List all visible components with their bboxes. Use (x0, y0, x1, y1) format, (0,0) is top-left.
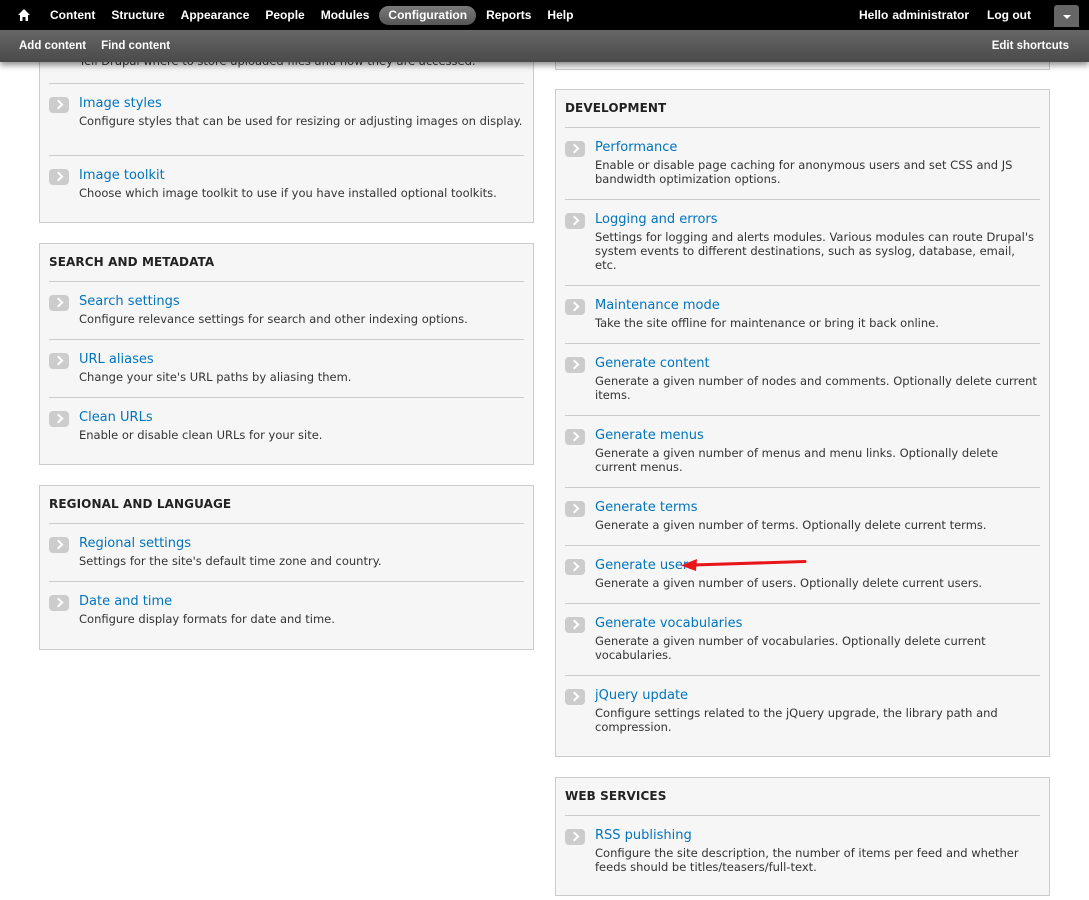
item-description: Generate a given number of vocabularies.… (595, 634, 986, 662)
generate-menus-link[interactable]: Generate menus (595, 428, 704, 443)
chevron-right-icon (49, 411, 69, 427)
search-metadata-panel: SEARCH AND METADATA Search settings Conf… (39, 243, 534, 465)
home-icon[interactable] (17, 8, 31, 22)
shortcut-find-content[interactable]: Find content (101, 30, 170, 62)
item-description: Generate a given number of users. Option… (595, 576, 983, 590)
chevron-right-icon (565, 559, 585, 575)
generate-terms-link[interactable]: Generate terms (595, 500, 698, 515)
divider (49, 83, 524, 84)
menu-help[interactable]: Help (539, 0, 581, 30)
image-styles-link[interactable]: Image styles (79, 96, 162, 111)
panel-heading: REGIONAL AND LANGUAGE (49, 497, 232, 511)
menu-appearance[interactable]: Appearance (173, 0, 258, 30)
chevron-right-icon (49, 97, 69, 113)
item-description: Generate a given number of terms. Option… (595, 518, 987, 532)
web-services-panel: WEB SERVICES RSS publishing Configure th… (555, 777, 1050, 896)
chevron-right-icon (565, 689, 585, 705)
item-description: Configure the site description, the numb… (595, 846, 1019, 874)
shortcuts-bar: Add content Find content Edit shortcuts (0, 30, 1089, 62)
logout-link[interactable]: Log out (987, 0, 1031, 30)
toolbar-menu: Content Structure Appearance People Modu… (42, 0, 581, 30)
item-description: Configure display formats for date and t… (79, 612, 335, 626)
divider (49, 281, 524, 282)
divider (565, 603, 1040, 604)
chevron-right-icon (565, 429, 585, 445)
rss-publishing-link[interactable]: RSS publishing (595, 828, 692, 843)
chevron-right-icon (49, 353, 69, 369)
admin-toolbar: Content Structure Appearance People Modu… (0, 0, 1089, 30)
search-settings-link[interactable]: Search settings (79, 294, 180, 309)
item-description: Settings for logging and alerts modules.… (595, 230, 1035, 272)
performance-link[interactable]: Performance (595, 140, 677, 155)
divider (49, 339, 524, 340)
regional-settings-link[interactable]: Regional settings (79, 536, 191, 551)
item-description: Change your site's URL paths by aliasing… (79, 370, 352, 384)
item-description: Enable or disable page caching for anony… (595, 158, 1013, 186)
chevron-right-icon (565, 617, 585, 633)
item-description: Generate a given number of nodes and com… (595, 374, 1037, 402)
divider (565, 343, 1040, 344)
shortcut-add-content[interactable]: Add content (19, 30, 86, 62)
menu-modules[interactable]: Modules (313, 0, 378, 30)
chevron-right-icon (49, 295, 69, 311)
divider (565, 285, 1040, 286)
regional-language-panel: REGIONAL AND LANGUAGE Regional settings … (39, 485, 534, 650)
annotation-arrow-icon (681, 559, 807, 571)
media-panel: Tell Drupal where to store uploaded file… (39, 40, 534, 223)
menu-structure[interactable]: Structure (103, 0, 172, 30)
user-links: Hello administrator Log out (823, 0, 1031, 30)
chevron-right-icon (49, 169, 69, 185)
item-description: Enable or disable clean URLs for your si… (79, 428, 323, 442)
menu-people[interactable]: People (257, 0, 312, 30)
divider (565, 487, 1040, 488)
chevron-right-icon (565, 357, 585, 373)
menu-reports[interactable]: Reports (478, 0, 539, 30)
hello-text: Hello administrator (841, 0, 969, 30)
chevron-right-icon (49, 595, 69, 611)
divider (49, 397, 524, 398)
item-description: Settings for the site's default time zon… (79, 554, 382, 568)
generate-content-link[interactable]: Generate content (595, 356, 710, 371)
hello-label: Hello (858, 8, 889, 22)
logging-and-errors-link[interactable]: Logging and errors (595, 212, 718, 227)
date-and-time-link[interactable]: Date and time (79, 594, 172, 609)
panel-heading: WEB SERVICES (565, 789, 667, 803)
divider (49, 581, 524, 582)
divider (565, 545, 1040, 546)
menu-content[interactable]: Content (42, 0, 103, 30)
item-description: Take the site offline for maintenance or… (595, 316, 939, 330)
image-toolkit-link[interactable]: Image toolkit (79, 168, 165, 183)
chevron-right-icon (565, 299, 585, 315)
divider (565, 199, 1040, 200)
panel-heading: DEVELOPMENT (565, 101, 667, 115)
item-description: Choose which image toolkit to use if you… (79, 186, 497, 200)
chevron-right-icon (565, 501, 585, 517)
item-description: Configure styles that can be used for re… (79, 114, 523, 128)
item-description: Configure relevance settings for search … (79, 312, 468, 326)
menu-configuration[interactable]: Configuration (379, 5, 477, 25)
panel-heading: SEARCH AND METADATA (49, 255, 215, 269)
clean-urls-link[interactable]: Clean URLs (79, 410, 153, 425)
jquery-update-link[interactable]: jQuery update (595, 688, 688, 703)
url-aliases-link[interactable]: URL aliases (79, 352, 154, 367)
maintenance-mode-link[interactable]: Maintenance mode (595, 298, 720, 313)
divider (565, 675, 1040, 676)
chevron-right-icon (565, 213, 585, 229)
username-link[interactable]: administrator (892, 8, 969, 22)
chevron-down-icon[interactable] (1054, 5, 1079, 27)
development-panel: DEVELOPMENT Performance Enable or disabl… (555, 89, 1050, 757)
divider (49, 523, 524, 524)
chevron-right-icon (565, 141, 585, 157)
edit-shortcuts-link[interactable]: Edit shortcuts (992, 30, 1069, 62)
divider (565, 415, 1040, 416)
item-description: Configure settings related to the jQuery… (595, 706, 998, 734)
chevron-right-icon (565, 829, 585, 845)
divider (565, 815, 1040, 816)
item-description: Generate a given number of menus and men… (595, 446, 999, 474)
divider (49, 155, 524, 156)
chevron-right-icon (49, 537, 69, 553)
divider (565, 127, 1040, 128)
generate-vocabularies-link[interactable]: Generate vocabularies (595, 616, 742, 631)
